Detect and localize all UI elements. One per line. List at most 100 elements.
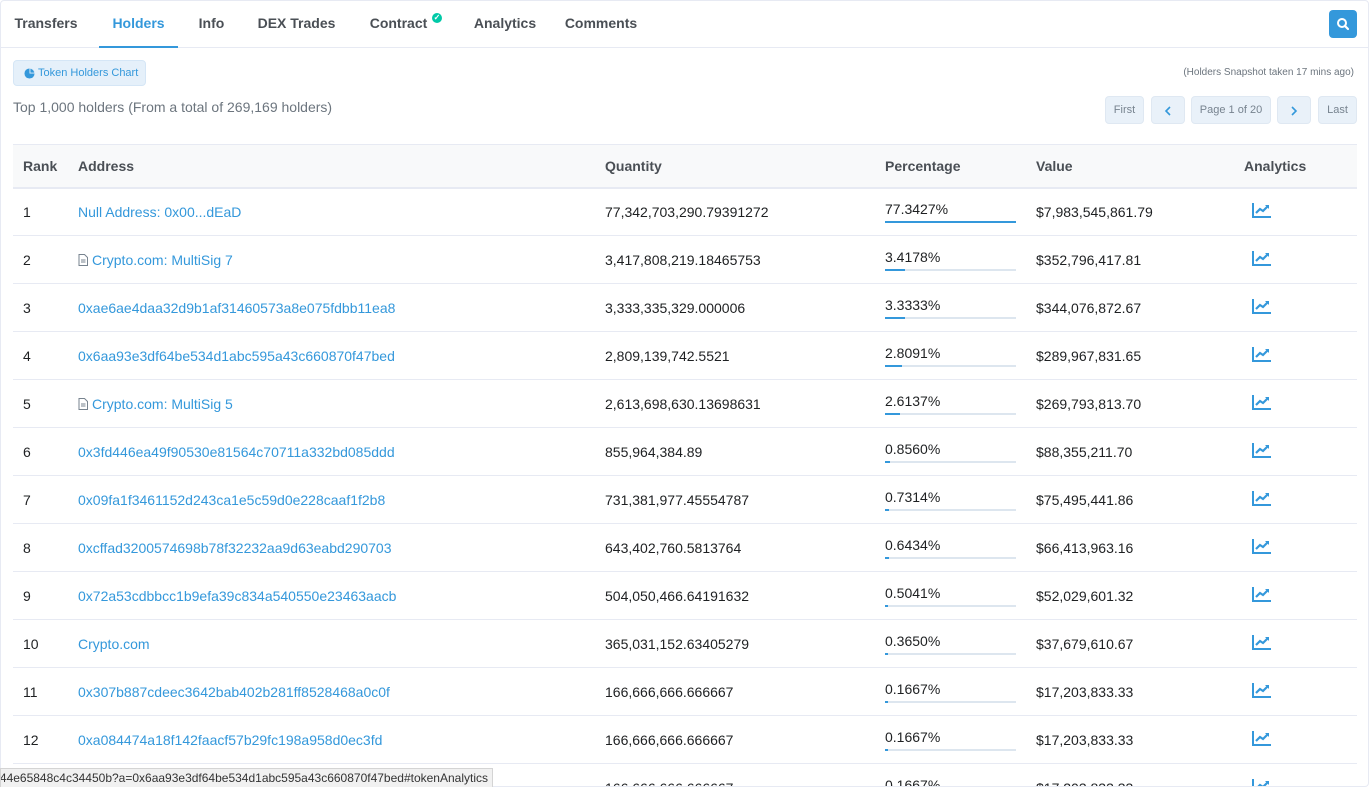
rank-cell: 6 bbox=[13, 427, 78, 476]
table-row: 12 0xa084474a18f142faacf57b29fc198a958d0e… bbox=[13, 715, 1357, 764]
holder-address-link[interactable]: Crypto.com bbox=[78, 636, 150, 652]
value-cell: $269,793,813.70 bbox=[1036, 379, 1244, 428]
search-button[interactable] bbox=[1329, 10, 1357, 38]
rank-cell: 9 bbox=[13, 571, 78, 620]
line-chart-icon[interactable] bbox=[1252, 634, 1272, 650]
quantity-cell: 855,964,384.89 bbox=[605, 427, 885, 476]
percentage-bar-fill bbox=[885, 413, 901, 415]
percentage-text: 0.1667% bbox=[885, 681, 941, 697]
line-chart-icon[interactable] bbox=[1252, 586, 1272, 602]
percentage-bar bbox=[885, 461, 1016, 463]
line-chart-icon[interactable] bbox=[1252, 298, 1272, 314]
tab-dex-trades[interactable]: DEX Trades bbox=[256, 1, 337, 48]
table-row: 5 Crypto.com: MultiSig 5 2,613,698,630.136… bbox=[13, 379, 1357, 428]
analytics-cell bbox=[1244, 523, 1357, 572]
percentage-bar-fill bbox=[885, 269, 906, 271]
holder-address-link[interactable]: Null Address: 0x00...dEaD bbox=[78, 204, 241, 220]
percentage-text: 0.7314% bbox=[885, 489, 941, 505]
holder-address-link[interactable]: 0x6aa93e3df64be534d1abc595a43c660870f47b… bbox=[78, 348, 395, 364]
address-cell: 0xa084474a18f142faacf57b29fc198a958d0ec3… bbox=[78, 715, 605, 764]
table-row: 4 0x6aa93e3df64be534d1abc595a43c660870f47… bbox=[13, 331, 1357, 380]
holder-address-link[interactable]: 0x307b887cdeec3642bab402b281ff8528468a0c… bbox=[78, 684, 390, 700]
percentage-text: 0.1667% bbox=[885, 729, 941, 745]
line-chart-icon[interactable] bbox=[1252, 346, 1272, 362]
pager-prev-button[interactable] bbox=[1151, 96, 1185, 124]
table-row: 11 0x307b887cdeec3642bab402b281ff8528468a… bbox=[13, 667, 1357, 716]
address-cell: Crypto.com: MultiSig 7 bbox=[78, 235, 605, 284]
percentage-text: 2.6137% bbox=[885, 393, 941, 409]
percentage-wrap: 0.7314% bbox=[885, 488, 1016, 511]
line-chart-icon[interactable] bbox=[1252, 202, 1272, 219]
line-chart-icon[interactable] bbox=[1252, 250, 1272, 266]
analytics-cell bbox=[1244, 331, 1357, 380]
table-row: 10 Crypto.com 365,031,152.63405279 0.3650% $… bbox=[13, 619, 1357, 668]
pager-last-button[interactable]: Last bbox=[1318, 96, 1357, 124]
analytics-cell bbox=[1244, 619, 1357, 668]
rank-cell: 8 bbox=[13, 523, 78, 572]
quantity-cell: 166,666,666.666667 bbox=[605, 763, 885, 786]
percentage-bar bbox=[885, 317, 1016, 319]
holder-address-link[interactable]: 0xcffad3200574698b78f32232aa9d63eabd2907… bbox=[78, 540, 392, 556]
holder-address-link[interactable]: 0x72a53cdbbcc1b9efa39c834a540550e23463aa… bbox=[78, 588, 396, 604]
tab-transfers[interactable]: Transfers bbox=[13, 1, 79, 48]
line-chart-icon[interactable] bbox=[1252, 682, 1272, 698]
line-chart-icon[interactable] bbox=[1252, 394, 1272, 410]
rank-cell: 5 bbox=[13, 379, 78, 428]
analytics-cell bbox=[1244, 715, 1357, 764]
percentage-bar bbox=[885, 269, 1016, 271]
percentage-bar-fill bbox=[885, 557, 889, 559]
holder-address-link[interactable]: Crypto.com: MultiSig 5 bbox=[92, 396, 233, 412]
header-percentage: Percentage bbox=[885, 144, 1036, 189]
table-row: 6 0x3fd446ea49f90530e81564c70711a332bd085… bbox=[13, 427, 1357, 476]
percentage-wrap: 0.5041% bbox=[885, 584, 1016, 607]
percentage-bar bbox=[885, 509, 1016, 511]
holder-address-link[interactable]: Crypto.com: MultiSig 7 bbox=[92, 252, 233, 268]
header-rank: Rank bbox=[13, 144, 78, 189]
percentage-wrap: 0.6434% bbox=[885, 536, 1016, 559]
analytics-cell bbox=[1244, 571, 1357, 620]
table-row: 7 0x09fa1f3461152d243ca1e5c59d0e228caaf1f… bbox=[13, 475, 1357, 524]
token-holders-chart-button[interactable]: Token Holders Chart bbox=[13, 60, 146, 86]
table-row: 8 0xcffad3200574698b78f32232aa9d63eabd290… bbox=[13, 523, 1357, 572]
line-chart-icon[interactable] bbox=[1252, 730, 1272, 746]
rank-cell: 7 bbox=[13, 475, 78, 524]
quantity-cell: 77,342,703,290.79391272 bbox=[605, 187, 885, 236]
tab-analytics[interactable]: Analytics bbox=[473, 1, 537, 48]
value-cell: $37,679,610.67 bbox=[1036, 619, 1244, 668]
line-chart-icon[interactable] bbox=[1252, 442, 1272, 458]
percentage-cell: 3.3333% bbox=[885, 283, 1036, 332]
chart-button-label: Token Holders Chart bbox=[38, 67, 139, 79]
line-chart-icon[interactable] bbox=[1252, 490, 1272, 506]
percentage-cell: 0.3650% bbox=[885, 619, 1036, 668]
pager-first-button[interactable]: First bbox=[1105, 96, 1144, 124]
percentage-wrap: 0.8560% bbox=[885, 440, 1016, 463]
snapshot-note: (Holders Snapshot taken 17 mins ago) bbox=[1183, 67, 1354, 78]
line-chart-icon[interactable] bbox=[1252, 778, 1272, 787]
percentage-wrap: 0.1667% bbox=[885, 776, 1016, 786]
holder-address-link[interactable]: 0xa084474a18f142faacf57b29fc198a958d0ec3… bbox=[78, 732, 382, 748]
pager-next-button[interactable] bbox=[1277, 96, 1311, 124]
quantity-cell: 504,050,466.64191632 bbox=[605, 571, 885, 620]
holder-address-link[interactable]: 0x3fd446ea49f90530e81564c70711a332bd085d… bbox=[78, 444, 395, 460]
tab-info[interactable]: Info bbox=[197, 1, 226, 48]
percentage-bar bbox=[885, 605, 1016, 607]
percentage-bar bbox=[885, 749, 1016, 751]
percentage-wrap: 3.4178% bbox=[885, 248, 1016, 271]
address-cell: 0x72a53cdbbcc1b9efa39c834a540550e23463aa… bbox=[78, 571, 605, 620]
holder-address-link[interactable]: 0x09fa1f3461152d243ca1e5c59d0e228caaf1f2… bbox=[78, 492, 385, 508]
value-cell: $17,203,833.33 bbox=[1036, 715, 1244, 764]
tab-comments[interactable]: Comments bbox=[563, 1, 639, 48]
contract-file-icon bbox=[78, 253, 88, 266]
quantity-cell: 2,809,139,742.5521 bbox=[605, 331, 885, 380]
percentage-bar bbox=[885, 557, 1016, 559]
line-chart-icon[interactable] bbox=[1252, 538, 1272, 554]
rank-cell: 10 bbox=[13, 619, 78, 668]
rank-cell: 2 bbox=[13, 235, 78, 284]
tab-contract[interactable]: Contract bbox=[368, 1, 429, 48]
percentage-bar-fill bbox=[885, 461, 891, 463]
percentage-text: 3.3333% bbox=[885, 297, 941, 313]
holder-address-link[interactable]: 0xae6ae4daa32d9b1af31460573a8e075fdbb11e… bbox=[78, 300, 395, 316]
tab-holders[interactable]: Holders bbox=[99, 1, 178, 48]
address-cell: 0x3fd446ea49f90530e81564c70711a332bd085d… bbox=[78, 427, 605, 476]
quantity-cell: 731,381,977.45554787 bbox=[605, 475, 885, 524]
